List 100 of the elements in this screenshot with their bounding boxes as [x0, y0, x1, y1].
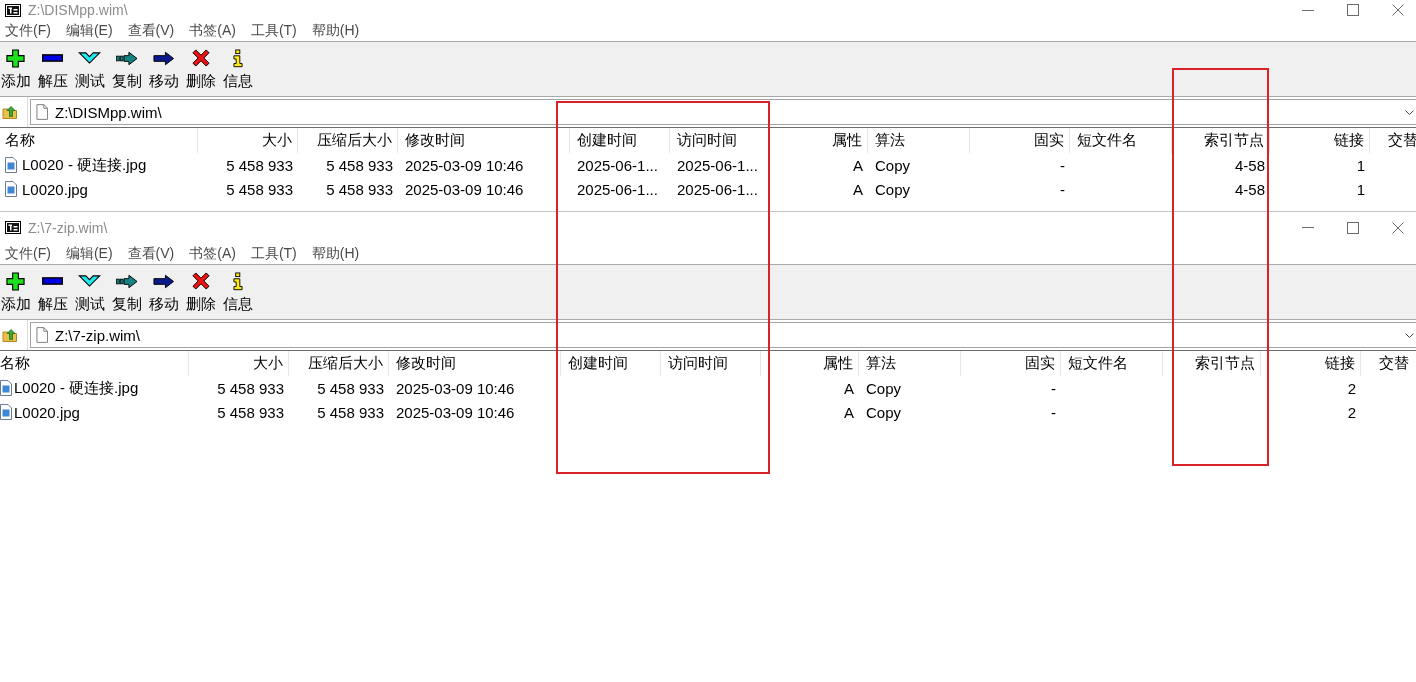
column-header[interactable]: 固实 — [1034, 131, 1064, 150]
add-button[interactable]: 添加 — [0, 270, 31, 313]
menu-item[interactable]: 文件(F) — [5, 21, 51, 40]
arrow-right-icon — [152, 273, 175, 289]
menu-item[interactable]: 书签(A) — [189, 21, 236, 40]
solid-value: - — [1060, 180, 1065, 198]
column-header[interactable]: 名称 — [0, 354, 30, 373]
file-size: 5 458 933 — [217, 379, 284, 397]
accessed-time: 2025-06-1... — [677, 180, 758, 198]
document-icon — [36, 104, 48, 120]
minus-icon — [42, 54, 63, 62]
delete-button[interactable]: 删除 — [185, 47, 216, 90]
menu-item[interactable]: 文件(F) — [5, 244, 51, 263]
column-header[interactable]: 短文件名 — [1068, 354, 1128, 373]
info-icon — [232, 271, 243, 291]
menu-item[interactable]: 查看(V) — [127, 244, 175, 263]
packed-size: 5 458 933 — [326, 180, 393, 198]
attributes: A — [853, 156, 863, 174]
cross-icon — [191, 49, 210, 67]
chevron-down-icon[interactable] — [1405, 332, 1414, 338]
dashed-arrow-icon — [115, 50, 138, 66]
file-name: L0020.jpg — [22, 180, 88, 198]
packed-size: 5 458 933 — [317, 403, 384, 421]
column-header[interactable]: 创建时间 — [577, 131, 637, 150]
close-icon[interactable] — [1392, 4, 1404, 16]
column-header[interactable]: 修改时间 — [396, 354, 456, 373]
close-icon[interactable] — [1392, 221, 1404, 234]
file-size: 5 458 933 — [226, 180, 293, 198]
file-size: 5 458 933 — [217, 403, 284, 421]
column-header[interactable]: 修改时间 — [405, 131, 465, 150]
link-count: 1 — [1356, 156, 1365, 174]
test-button[interactable]: 测试 — [74, 270, 105, 313]
column-header[interactable]: 固实 — [1025, 354, 1055, 373]
menu-item[interactable]: 编辑(E) — [65, 244, 113, 263]
chevron-down-icon[interactable] — [1405, 109, 1414, 115]
column-header[interactable]: 算法 — [866, 354, 896, 373]
address-field[interactable]: Z:\7-zip.wim\ — [30, 322, 1416, 348]
move-button[interactable]: 移动 — [148, 47, 179, 90]
accessed-time: 2025-06-1... — [677, 156, 758, 174]
image-file-icon — [5, 181, 17, 197]
minimize-icon[interactable] — [1302, 9, 1314, 11]
modified-time: 2025-03-09 10:46 — [396, 379, 515, 397]
column-header[interactable]: 链接 — [1334, 131, 1364, 150]
file-name: L0020 - 硬连接.jpg — [14, 378, 139, 398]
column-header[interactable]: 索引节点 — [1195, 354, 1255, 373]
add-button[interactable]: 添加 — [0, 47, 31, 90]
info-icon — [232, 48, 243, 68]
column-header[interactable]: 名称 — [5, 131, 35, 150]
column-header[interactable]: 算法 — [875, 131, 905, 150]
inode: 4-58 — [1234, 180, 1265, 198]
solid-value: - — [1051, 379, 1056, 397]
column-header[interactable]: 访问时间 — [677, 131, 737, 150]
menu-item[interactable]: 书签(A) — [189, 244, 236, 263]
column-header[interactable]: 交替 — [1379, 354, 1409, 373]
menu-item[interactable]: 编辑(E) — [65, 21, 113, 40]
app-icon — [5, 3, 21, 17]
folder-up-icon[interactable] — [2, 104, 18, 120]
menu-item[interactable]: 查看(V) — [127, 21, 175, 40]
column-header[interactable]: 索引节点 — [1204, 131, 1264, 150]
info-button[interactable]: 信息 — [222, 47, 253, 90]
attributes: A — [853, 180, 863, 198]
maximize-icon[interactable] — [1347, 4, 1359, 16]
column-header[interactable]: 压缩后大小 — [308, 354, 383, 373]
menu-item[interactable]: 帮助(H) — [311, 244, 360, 263]
address-field[interactable]: Z:\DISMpp.wim\ — [30, 99, 1416, 125]
window-title: Z:\DISMpp.wim\ — [28, 2, 128, 18]
column-header[interactable]: 属性 — [823, 354, 853, 373]
inode: 4-58 — [1234, 156, 1265, 174]
method: Copy — [875, 180, 911, 198]
column-header[interactable]: 访问时间 — [668, 354, 728, 373]
extract-button[interactable]: 解压 — [37, 47, 68, 90]
method: Copy — [866, 403, 902, 421]
extract-button[interactable]: 解压 — [37, 270, 68, 313]
column-header[interactable]: 大小 — [262, 131, 292, 150]
info-button[interactable]: 信息 — [222, 270, 253, 313]
copy-button[interactable]: 复制 — [111, 47, 142, 90]
menu-item[interactable]: 帮助(H) — [311, 21, 360, 40]
move-button[interactable]: 移动 — [148, 270, 179, 313]
column-header[interactable]: 短文件名 — [1077, 131, 1137, 150]
link-count: 2 — [1347, 403, 1356, 421]
dashed-arrow-icon — [115, 273, 138, 289]
test-button[interactable]: 测试 — [74, 47, 105, 90]
packed-size: 5 458 933 — [317, 379, 384, 397]
column-header[interactable]: 属性 — [832, 131, 862, 150]
maximize-icon[interactable] — [1347, 221, 1359, 234]
column-header[interactable]: 大小 — [253, 354, 283, 373]
modified-time: 2025-03-09 10:46 — [396, 403, 515, 421]
solid-value: - — [1060, 156, 1065, 174]
column-header[interactable]: 压缩后大小 — [317, 131, 392, 150]
chevron-icon — [78, 52, 101, 64]
menu-item[interactable]: 工具(T) — [250, 244, 297, 263]
copy-button[interactable]: 复制 — [111, 270, 142, 313]
column-header[interactable]: 创建时间 — [568, 354, 628, 373]
menu-item[interactable]: 工具(T) — [250, 21, 297, 40]
cross-icon — [191, 272, 210, 290]
column-header[interactable]: 链接 — [1325, 354, 1355, 373]
plus-icon — [6, 48, 25, 68]
link-count: 2 — [1347, 379, 1356, 397]
delete-button[interactable]: 删除 — [185, 270, 216, 313]
folder-up-icon[interactable] — [2, 327, 18, 343]
